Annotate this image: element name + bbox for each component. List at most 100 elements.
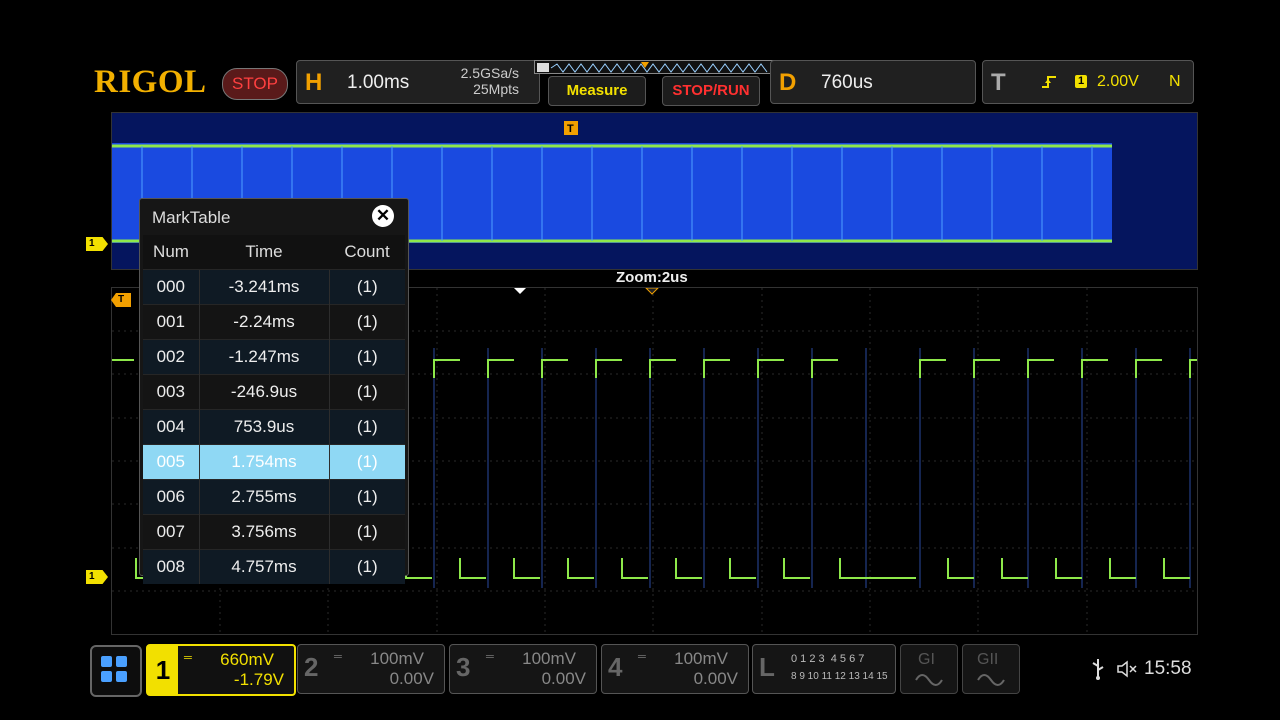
table-row[interactable]: 004 753.9us (1) [143,409,405,445]
generator-2-button[interactable]: GII [962,644,1020,694]
dc-coupling-icon: ═ [486,651,494,663]
measure-button[interactable]: Measure [548,76,646,106]
channel-3-settings[interactable]: 3 ═ 100mV 0.00V [449,644,597,694]
apps-menu-button[interactable] [90,645,142,697]
row-time: 1.754ms [198,444,329,480]
channel-1-offset: -1.79V [233,670,284,689]
speaker-muted-icon[interactable] [1116,660,1140,678]
stop-run-button[interactable]: STOP/RUN [662,76,760,106]
memory-depth: 25Mpts [473,81,519,97]
delay-settings[interactable]: D 760us [770,60,976,104]
overview-channel-1-marker[interactable]: 1 [86,237,108,251]
delay-label: D [779,69,797,96]
timebase-value: 1.00ms [347,72,410,93]
sample-rate: 2.5GSa/s [460,65,519,81]
table-row[interactable]: 006 2.755ms (1) [143,479,405,515]
main-channel-1-marker[interactable]: 1 [86,570,108,584]
dc-coupling-icon: ═ [184,652,192,664]
row-count: (1) [328,269,405,305]
row-time: -3.241ms [198,269,329,305]
channel-2-number: 2 [304,652,319,682]
channel-3-offset: 0.00V [541,669,586,688]
table-row[interactable]: 000 -3.241ms (1) [143,269,405,305]
column-header-count: Count [329,235,405,270]
channel-3-scale: 100mV [522,649,576,668]
table-row[interactable]: 001 -2.24ms (1) [143,304,405,340]
channel-2-settings[interactable]: 2 ═ 100mV 0.00V [297,644,445,694]
table-row[interactable]: 003 -246.9us (1) [143,374,405,410]
logic-channels-row-1: 0 1 2 3 4 5 6 7 [791,653,865,665]
row-count: (1) [328,409,405,445]
generator-1-label: GI [918,651,935,668]
channel-2-scale: 100mV [370,649,424,668]
row-count: (1) [328,479,405,515]
logic-label: L [759,652,775,682]
channel-4-offset: 0.00V [693,669,738,688]
row-count: (1) [328,444,405,480]
row-time: -1.247ms [198,339,329,375]
grid-icon [101,656,127,682]
sine-wave-icon [977,674,1005,686]
horizontal-label: H [305,69,323,96]
channel-3-number: 3 [456,652,471,682]
row-time: 2.755ms [198,479,329,515]
table-row-selected[interactable]: 005 1.754ms (1) [143,444,405,480]
generator-2-label: GII [977,651,999,668]
row-num: 002 [143,339,199,375]
horizontal-settings[interactable]: H 1.00ms 2.5GSa/s 25Mpts [296,60,540,104]
channel-4-number: 4 [608,652,623,682]
close-icon[interactable]: ✕ [372,205,394,227]
row-num: 003 [143,374,199,410]
channel-1-settings[interactable]: 1 ═ 660mV -1.79V [146,644,296,696]
row-num: 001 [143,304,199,340]
sine-wave-icon [915,674,943,686]
table-row[interactable]: 007 3.756ms (1) [143,514,405,550]
logic-analyzer-settings[interactable]: L 0 1 2 3 4 5 6 7 8 9 10 11 12 13 14 15 [752,644,896,694]
row-count: (1) [328,374,405,410]
channel-4-settings[interactable]: 4 ═ 100mV 0.00V [601,644,749,694]
acquisition-info: 2.5GSa/s 25Mpts [461,65,519,97]
row-time: 4.757ms [198,549,329,584]
trigger-source-badge: 1 [1075,75,1087,88]
row-num: 006 [143,479,199,515]
channel-2-offset: 0.00V [389,669,434,688]
rising-edge-icon [1042,76,1056,88]
trigger-mode: N [1169,73,1181,90]
usb-icon [1092,659,1104,680]
trigger-settings[interactable]: T 1 2.00V N [982,60,1194,104]
dc-coupling-icon: ═ [334,651,342,663]
column-header-time: Time [199,235,329,270]
marktable-panel: MarkTable ✕ Num Time Count 000 -3.241ms (1… [139,198,409,584]
marktable: Num Time Count 000 -3.241ms (1) 001 -2.24ms… [143,235,405,584]
row-num: 004 [143,409,199,445]
table-row[interactable]: 008 4.757ms (1) [143,549,405,584]
table-row[interactable]: 002 -1.247ms (1) [143,339,405,375]
logic-channels-row-2: 8 9 10 11 12 13 14 15 [791,671,888,682]
row-count: (1) [328,549,405,584]
row-num: 000 [143,269,199,305]
row-time: -2.24ms [198,304,329,340]
row-count: (1) [328,304,405,340]
marktable-title: MarkTable [152,208,231,227]
zoom-label: Zoom:2us [616,269,688,286]
memory-waveform-icon [537,62,768,73]
delay-value: 760us [821,72,873,93]
row-count: (1) [328,514,405,550]
svg-text:T: T [567,123,574,135]
row-num: 005 [143,444,199,480]
trigger-label: T [991,69,1006,96]
row-num: 007 [143,514,199,550]
row-num: 008 [143,549,199,584]
row-time: -246.9us [198,374,329,410]
generator-1-button[interactable]: GI [900,644,958,694]
row-time: 753.9us [198,409,329,445]
dc-coupling-icon: ═ [638,651,646,663]
memory-position-bar [534,60,776,74]
channel-4-scale: 100mV [674,649,728,668]
system-clock: 15:58 [1144,658,1192,679]
row-time: 3.756ms [198,514,329,550]
column-header-num: Num [143,235,199,270]
trigger-level: 2.00V [1097,73,1139,90]
channel-1-scale: 660mV [220,650,274,669]
run-state-indicator[interactable]: STOP [222,68,288,100]
